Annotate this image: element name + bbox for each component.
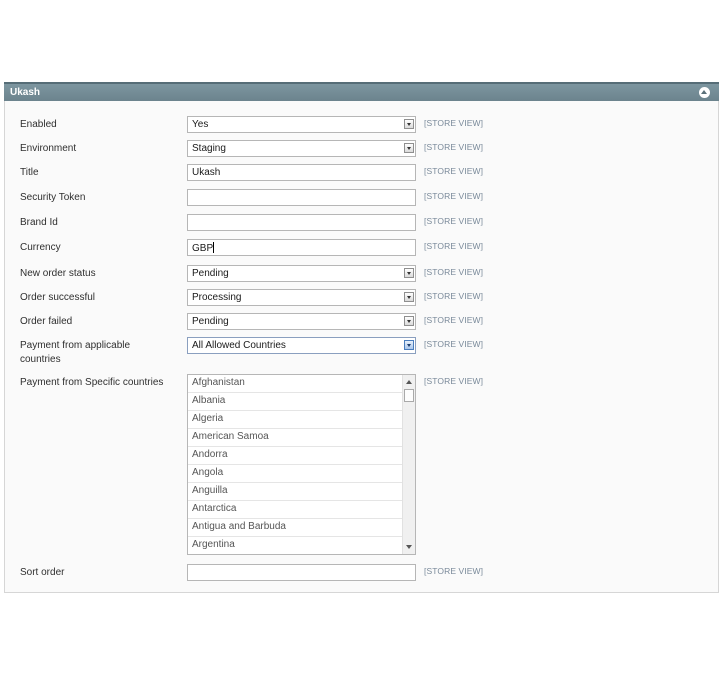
chevron-down-icon (404, 316, 414, 326)
country-option[interactable]: Algeria (188, 411, 402, 429)
country-option[interactable]: Anguilla (188, 483, 402, 501)
row-security-token: Security Token [STORE VIEW] (0, 189, 725, 206)
environment-select[interactable]: Staging (187, 140, 416, 157)
row-environment: Environment Staging [STORE VIEW] (0, 140, 725, 157)
currency-value: GBP (192, 243, 214, 254)
order-failed-select[interactable]: Pending (187, 313, 416, 330)
order-successful-label: Order successful (20, 292, 96, 303)
title-input[interactable]: Ukash (187, 164, 416, 181)
scope-label: [STORE VIEW] (424, 142, 484, 152)
country-option[interactable]: Argentina (188, 537, 402, 554)
currency-input[interactable]: GBP (187, 239, 416, 256)
payment-applicable-label-line1: Payment from applicable (20, 340, 131, 351)
brand-id-input[interactable] (187, 214, 416, 231)
scope-label: [STORE VIEW] (424, 241, 484, 251)
scope-label: [STORE VIEW] (424, 267, 484, 277)
brand-id-label: Brand Id (20, 217, 58, 228)
payment-applicable-value: All Allowed Countries (192, 340, 286, 351)
scope-label: [STORE VIEW] (424, 191, 484, 201)
row-enabled: Enabled Yes [STORE VIEW] (0, 116, 725, 133)
country-option[interactable]: Antarctica (188, 501, 402, 519)
row-brand-id: Brand Id [STORE VIEW] (0, 214, 725, 231)
row-order-successful: Order successful Processing [STORE VIEW] (0, 289, 725, 306)
listbox-scrollbar[interactable] (402, 375, 415, 554)
country-option[interactable]: Albania (188, 393, 402, 411)
new-order-status-value: Pending (192, 268, 229, 279)
environment-value: Staging (192, 143, 226, 154)
chevron-down-icon (404, 143, 414, 153)
sort-order-input[interactable] (187, 564, 416, 581)
scroll-down-icon[interactable] (406, 545, 412, 549)
new-order-status-label: New order status (20, 268, 96, 279)
title-value: Ukash (192, 167, 221, 178)
chevron-down-icon (404, 119, 414, 129)
collapse-icon[interactable] (699, 87, 710, 98)
order-successful-select[interactable]: Processing (187, 289, 416, 306)
text-cursor (213, 242, 215, 253)
payment-applicable-label: Payment from applicable countries (20, 339, 180, 367)
scope-label: [STORE VIEW] (424, 166, 484, 176)
enabled-value: Yes (192, 119, 209, 130)
title-label: Title (20, 167, 39, 178)
row-payment-applicable: Payment from applicable countries All Al… (0, 337, 725, 367)
order-failed-value: Pending (192, 316, 229, 327)
currency-label: Currency (20, 242, 61, 253)
payment-applicable-select[interactable]: All Allowed Countries (187, 337, 416, 354)
environment-label: Environment (20, 143, 77, 154)
security-token-input[interactable] (187, 189, 416, 206)
country-option[interactable]: Angola (188, 465, 402, 483)
scope-label: [STORE VIEW] (424, 118, 484, 128)
scope-label: [STORE VIEW] (424, 291, 484, 301)
panel-title: Ukash (10, 87, 41, 98)
scope-label: [STORE VIEW] (424, 315, 484, 325)
scope-label: [STORE VIEW] (424, 216, 484, 226)
enabled-label: Enabled (20, 119, 57, 130)
row-title: Title Ukash [STORE VIEW] (0, 164, 725, 181)
country-option[interactable]: American Samoa (188, 429, 402, 447)
enabled-select[interactable]: Yes (187, 116, 416, 133)
row-currency: Currency GBP [STORE VIEW] (0, 239, 725, 256)
country-multiselect[interactable]: Afghanistan Albania Algeria American Sam… (187, 374, 416, 555)
chevron-down-icon (404, 268, 414, 278)
security-token-label: Security Token (20, 192, 86, 203)
row-order-failed: Order failed Pending [STORE VIEW] (0, 313, 725, 330)
row-new-order-status: New order status Pending [STORE VIEW] (0, 265, 725, 282)
scrollbar-thumb[interactable] (404, 389, 414, 402)
scroll-up-icon[interactable] (406, 380, 412, 384)
scope-label: [STORE VIEW] (424, 566, 484, 576)
chevron-down-icon (404, 340, 414, 350)
country-option[interactable]: Antigua and Barbuda (188, 519, 402, 537)
order-failed-label: Order failed (20, 316, 73, 327)
country-option[interactable]: Afghanistan (188, 375, 402, 393)
panel-header[interactable]: Ukash (4, 82, 719, 101)
new-order-status-select[interactable]: Pending (187, 265, 416, 282)
payment-applicable-label-line2: countries (20, 354, 61, 365)
sort-order-label: Sort order (20, 567, 65, 578)
chevron-down-icon (404, 292, 414, 302)
country-option[interactable]: Andorra (188, 447, 402, 465)
scope-label: [STORE VIEW] (424, 376, 484, 386)
row-sort-order: Sort order [STORE VIEW] (0, 564, 725, 581)
payment-specific-label: Payment from Specific countries (20, 377, 164, 388)
order-successful-value: Processing (192, 292, 242, 303)
scope-label: [STORE VIEW] (424, 339, 484, 349)
